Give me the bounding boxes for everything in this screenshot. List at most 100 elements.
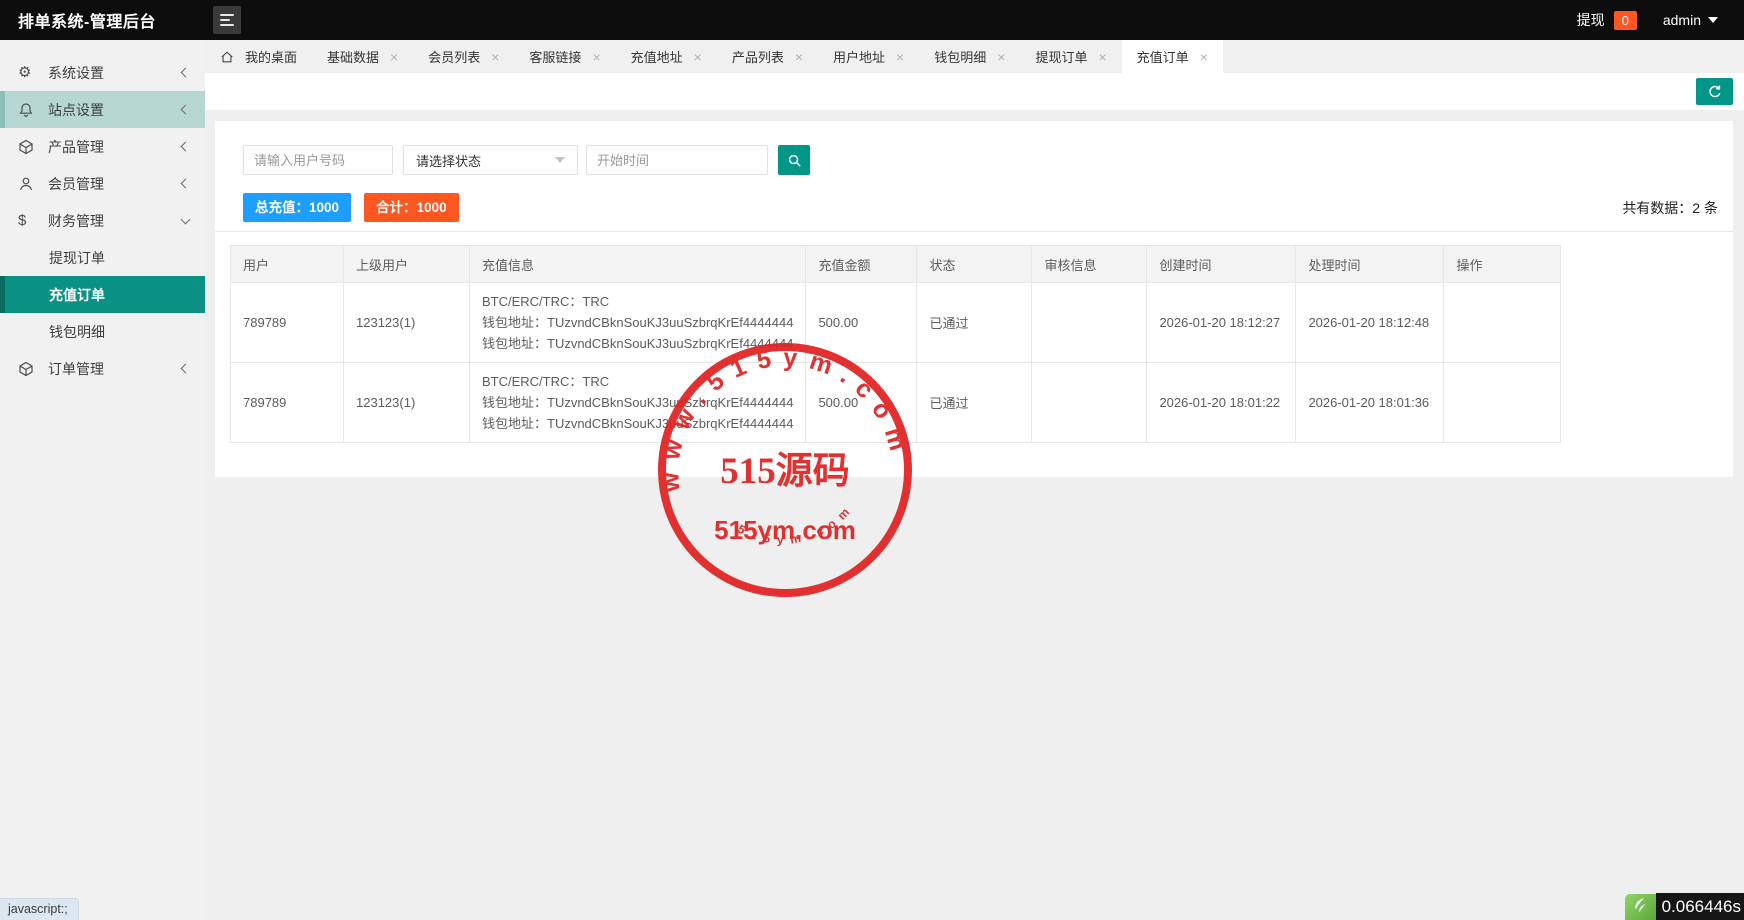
col-audit-info: 审核信息	[1032, 246, 1147, 283]
tab-wallet-details[interactable]: 钱包明细 ×	[919, 40, 1020, 73]
tab-label: 提现订单	[1035, 47, 1087, 66]
chevron-left-icon	[181, 364, 191, 374]
sidebar-item-product-management[interactable]: 产品管理	[0, 128, 205, 165]
cell-action	[1444, 283, 1561, 363]
tab-label: 会员列表	[428, 47, 480, 66]
sidebar-item-label: 系统设置	[48, 63, 104, 83]
close-icon[interactable]: ×	[592, 50, 600, 64]
cube-icon	[18, 360, 35, 377]
admin-menu[interactable]: admin	[1663, 12, 1718, 28]
sidebar-submenu-finance: 提现订单 充值订单 钱包明细	[0, 239, 205, 350]
chevron-left-icon	[181, 179, 191, 189]
cell-parent-user: 123123(1)	[344, 363, 470, 443]
sidebar-toggle-button[interactable]	[213, 6, 241, 34]
sidebar-item-site-settings[interactable]: 站点设置	[0, 91, 205, 128]
cell-user: 789789	[231, 283, 344, 363]
tab-service-link[interactable]: 客服链接×	[514, 40, 615, 73]
close-icon[interactable]: ×	[1200, 50, 1208, 64]
close-icon[interactable]: ×	[896, 50, 904, 64]
cell-processed-time: 2026-01-20 18:01:36	[1296, 363, 1444, 443]
home-icon	[220, 50, 234, 64]
thinkphp-flame-icon[interactable]	[1625, 894, 1656, 920]
close-icon[interactable]: ×	[795, 50, 803, 64]
cell-recharge-info: BTC/ERC/TRC：TRC 钱包地址：TUzvndCBknSouKJ3uuS…	[470, 283, 806, 363]
content-toolbar	[205, 73, 1744, 110]
cube-icon	[18, 138, 35, 155]
tab-label: 钱包明细	[934, 47, 986, 66]
refresh-icon	[1707, 84, 1723, 100]
tab-label: 充值地址	[631, 47, 683, 66]
sidebar-item-label: 钱包明细	[49, 322, 105, 342]
start-time-input[interactable]	[586, 145, 768, 175]
cell-recharge-info: BTC/ERC/TRC：TRC 钱包地址：TUzvndCBknSouKJ3uuS…	[470, 363, 806, 443]
filter-row: 请选择状态	[243, 145, 810, 175]
table-row: 789789 123123(1) BTC/ERC/TRC：TRC 钱包地址：TU…	[231, 363, 1561, 443]
load-time-bar: 0.066446s	[1625, 893, 1744, 920]
sidebar-item-member-management[interactable]: 会员管理	[0, 165, 205, 202]
sidebar-item-system-settings[interactable]: ⚙ 系统设置	[0, 54, 205, 91]
search-icon	[787, 153, 802, 168]
tab-withdraw-orders[interactable]: 提现订单 ×	[1020, 40, 1121, 73]
sidebar-item-label: 财务管理	[48, 211, 104, 231]
app-title: 排单系统-管理后台	[0, 8, 205, 32]
close-icon[interactable]: ×	[390, 50, 398, 64]
tab-product-list[interactable]: 产品列表×	[717, 40, 818, 73]
sidebar-item-order-management[interactable]: 订单管理	[0, 350, 205, 387]
col-parent-user: 上级用户	[344, 246, 470, 283]
tab-label: 用户地址	[833, 47, 885, 66]
chevron-down-icon	[181, 214, 191, 224]
cell-created-time: 2026-01-20 18:12:27	[1147, 283, 1296, 363]
col-status: 状态	[917, 246, 1032, 283]
close-icon[interactable]: ×	[491, 50, 499, 64]
sidebar-item-label: 会员管理	[48, 174, 104, 194]
chevron-left-icon	[181, 105, 191, 115]
sidebar-item-label: 订单管理	[48, 359, 104, 379]
col-created-time: 创建时间	[1147, 246, 1296, 283]
cell-amount: 500.00	[806, 363, 917, 443]
dollar-icon: $	[18, 212, 35, 229]
recharge-orders-table: 用户 上级用户 充值信息 充值金额 状态 审核信息 创建时间 处理时间 操作	[230, 245, 1561, 443]
tab-label: 我的桌面	[245, 47, 297, 66]
tab-recharge-orders[interactable]: 充值订单×	[1122, 40, 1223, 73]
divider	[215, 231, 1733, 232]
status-select-value: 请选择状态	[416, 151, 481, 170]
stats-row: 总充值：1000 合计：1000 共有数据：2 条	[243, 193, 1718, 222]
cell-status: 已通过	[917, 363, 1032, 443]
sidebar-item-finance-management[interactable]: $ 财务管理	[0, 202, 205, 239]
sidebar: ⚙ 系统设置 站点设置 产品管理 会员管理 $ 财务管	[0, 40, 205, 920]
close-icon[interactable]: ×	[694, 50, 702, 64]
tab-basic-data[interactable]: 基础数据 ×	[312, 40, 413, 73]
sidebar-item-wallet-details[interactable]: 钱包明细	[0, 313, 205, 350]
sum-badge: 合计：1000	[364, 193, 459, 222]
user-icon	[18, 175, 35, 192]
close-icon[interactable]: ×	[1098, 50, 1106, 64]
content-card: 请选择状态 总充值：1000 合计：1000 共有数据：2 条	[215, 121, 1733, 477]
chevron-left-icon	[181, 142, 191, 152]
cell-parent-user: 123123(1)	[344, 283, 470, 363]
withdraw-notice[interactable]: 提现 0	[1577, 10, 1637, 30]
admin-username: admin	[1663, 12, 1701, 28]
cell-action	[1444, 363, 1561, 443]
sidebar-item-recharge-orders[interactable]: 充值订单	[0, 276, 205, 313]
topbar-right: 提现 0 admin	[1577, 10, 1744, 30]
gear-icon: ⚙	[18, 64, 35, 81]
col-processed-time: 处理时间	[1296, 246, 1444, 283]
chevron-down-icon	[555, 157, 565, 168]
main-area: 我的桌面 基础数据 × 会员列表 × 客服链接× 充值地址 × 产品列表× 用户地址 ×…	[205, 40, 1744, 920]
status-select[interactable]: 请选择状态	[403, 145, 578, 175]
search-button[interactable]	[778, 145, 810, 175]
user-number-input[interactable]	[243, 145, 393, 175]
cell-audit-info	[1032, 283, 1147, 363]
tab-user-address[interactable]: 用户地址 ×	[818, 40, 919, 73]
refresh-button[interactable]	[1696, 78, 1733, 105]
tab-my-desktop[interactable]: 我的桌面	[205, 40, 312, 73]
tab-label: 基础数据	[327, 47, 379, 66]
close-icon[interactable]: ×	[997, 50, 1005, 64]
top-bar: 排单系统-管理后台 提现 0 admin	[0, 0, 1744, 40]
tab-recharge-address[interactable]: 充值地址 ×	[616, 40, 717, 73]
chevron-down-icon	[1708, 17, 1718, 28]
tab-member-list[interactable]: 会员列表 ×	[413, 40, 514, 73]
cell-status: 已通过	[917, 283, 1032, 363]
sidebar-item-withdraw-orders[interactable]: 提现订单	[0, 239, 205, 276]
sidebar-item-label: 站点设置	[48, 100, 104, 120]
